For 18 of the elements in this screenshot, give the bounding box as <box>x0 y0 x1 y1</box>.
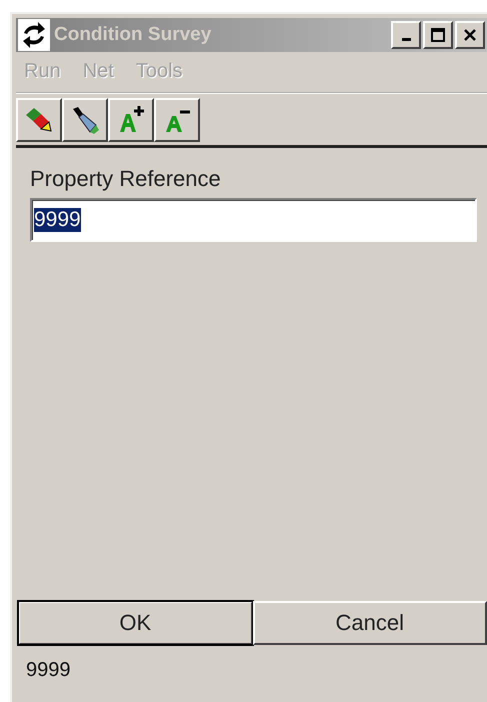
font-smaller-button[interactable] <box>154 98 200 142</box>
status-text: 9999 <box>25 658 72 683</box>
field-label: Property Reference <box>30 166 222 192</box>
minimize-icon <box>402 38 410 41</box>
maximize-icon <box>431 28 445 42</box>
eraser-button[interactable] <box>16 98 62 142</box>
brush-button[interactable] <box>62 98 108 142</box>
close-button[interactable] <box>455 21 485 49</box>
dialog-button[interactable]: OK <box>18 601 252 645</box>
dialog-button[interactable]: Cancel <box>252 601 487 645</box>
minimize-button[interactable] <box>391 21 421 49</box>
maximize-button[interactable] <box>423 21 453 49</box>
close-icon <box>463 28 477 42</box>
property-reference-field[interactable]: 9999 <box>30 198 477 242</box>
brush-icon <box>70 105 100 135</box>
font-larger-button[interactable] <box>108 98 154 142</box>
refresh-icon <box>18 19 50 51</box>
window-title: Condition Survey <box>54 24 212 46</box>
